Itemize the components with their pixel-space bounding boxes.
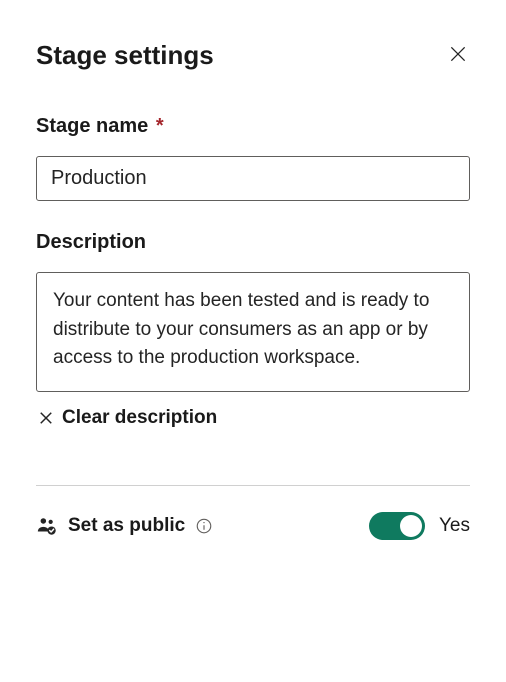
set-as-public-toggle[interactable]	[369, 512, 425, 540]
stage-name-label: Stage name *	[36, 115, 470, 138]
close-icon	[448, 44, 468, 67]
stage-name-input[interactable]	[36, 156, 470, 201]
close-button[interactable]	[446, 44, 470, 68]
divider	[36, 485, 470, 486]
people-icon	[36, 515, 58, 537]
required-indicator: *	[150, 115, 163, 137]
toggle-state-label: Yes	[439, 515, 470, 537]
close-icon	[36, 408, 56, 428]
toggle-thumb	[400, 515, 422, 537]
set-as-public-label: Set as public	[68, 515, 185, 537]
clear-description-button[interactable]: Clear description	[36, 407, 470, 429]
description-textarea[interactable]: Your content has been tested and is read…	[36, 272, 470, 392]
description-label: Description	[36, 231, 470, 254]
stage-name-label-text: Stage name	[36, 115, 148, 137]
info-icon[interactable]	[195, 517, 213, 535]
clear-description-label: Clear description	[62, 407, 217, 429]
page-title: Stage settings	[36, 40, 214, 71]
